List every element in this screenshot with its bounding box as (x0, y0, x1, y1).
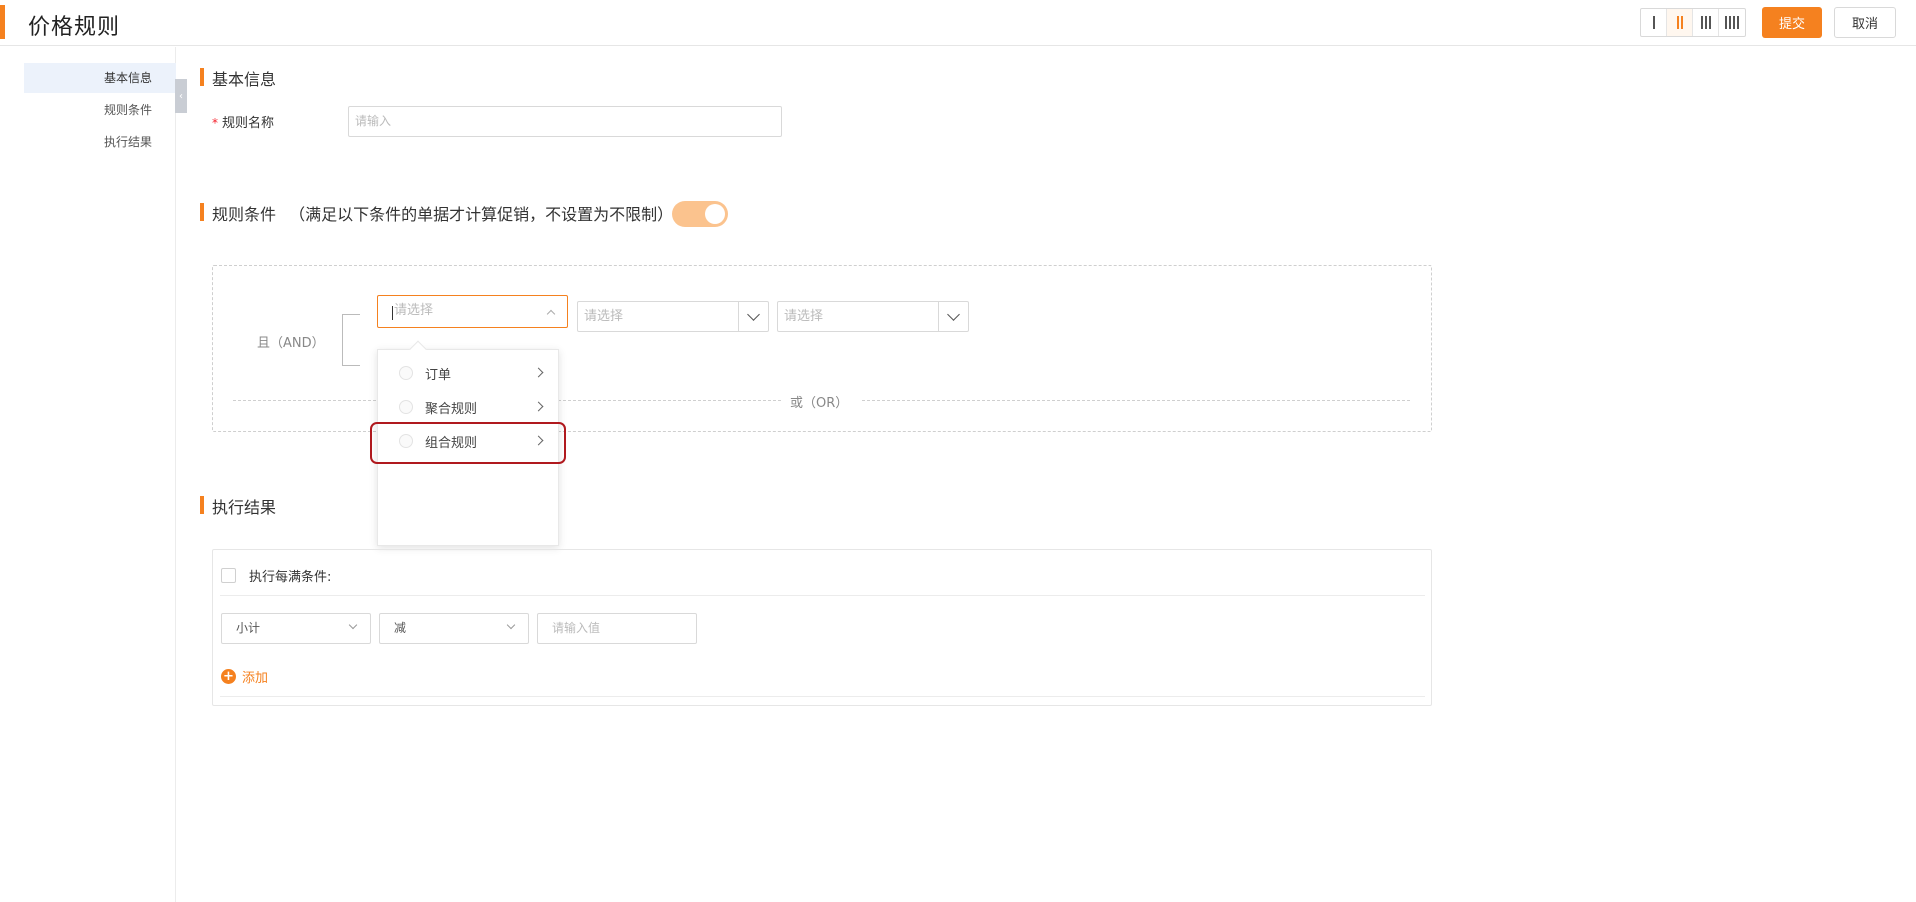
sidebar-item-results[interactable]: 执行结果 (24, 127, 176, 157)
section-accent-bar (200, 496, 204, 514)
page-title: 价格规则 (28, 15, 121, 40)
rule-name-label: * 规则名称 (212, 116, 275, 131)
divider (220, 595, 1425, 596)
chevron-left-icon: ‹ (179, 90, 183, 102)
result-value-input[interactable]: 请输入值 (537, 613, 697, 644)
add-button[interactable]: + 添加 (221, 667, 268, 686)
cancel-button[interactable]: 取消 (1834, 7, 1896, 38)
or-label: 或（OR） (790, 396, 849, 411)
dropdown-option-order[interactable]: 订单 (378, 356, 558, 390)
and-bracket (342, 314, 360, 366)
section-title-basic: 基本信息 (212, 70, 277, 89)
layout-4-column-button[interactable] (1719, 9, 1745, 36)
condition-type-select[interactable]: 请选择 (377, 295, 568, 328)
radio-icon (399, 366, 413, 380)
condition-field-select[interactable]: 请选择 (577, 301, 769, 332)
column-layout-switch (1640, 8, 1746, 37)
page-header: 价格规则 提交 取消 (0, 0, 1916, 46)
anchor-sidebar: 基本信息 规则条件 执行结果 (0, 47, 176, 902)
radio-icon (399, 400, 413, 414)
each-condition-checkbox[interactable] (221, 568, 236, 583)
each-condition-label: 执行每满条件: (249, 570, 332, 585)
result-field-select[interactable]: 小计 (221, 613, 371, 644)
section-note: （满足以下条件的单据才计算促销，不设置为不限制） (289, 205, 674, 224)
layout-3-column-button[interactable] (1693, 9, 1719, 36)
chevron-down-icon (348, 620, 358, 630)
layout-1-column-button[interactable] (1641, 9, 1667, 36)
chevron-up-icon (546, 309, 556, 319)
sidebar-item-basic-info[interactable]: 基本信息 (24, 63, 176, 93)
chevron-down-icon (747, 307, 760, 321)
divider (220, 696, 1425, 697)
rule-name-input[interactable]: 请输入 (348, 106, 782, 137)
condition-operator-select[interactable]: 请选择 (777, 301, 969, 332)
layout-2-column-button[interactable] (1667, 9, 1693, 36)
section-title-results: 执行结果 (212, 498, 277, 517)
required-star-icon: * (212, 116, 218, 130)
sidebar-item-rule-conditions[interactable]: 规则条件 (24, 95, 176, 125)
section-accent-bar (200, 68, 204, 86)
section-accent-bar (200, 203, 204, 221)
chevron-right-icon (533, 401, 544, 412)
dropdown-option-aggregate-rule[interactable]: 聚合规则 (378, 390, 558, 424)
section-title-conditions: 规则条件 （满足以下条件的单据才计算促销，不设置为不限制） (212, 205, 674, 224)
chevron-down-icon (947, 307, 960, 321)
submit-button[interactable]: 提交 (1762, 7, 1822, 38)
highlight-box (370, 422, 566, 464)
result-operator-select[interactable]: 减 (379, 613, 529, 644)
title-accent-bar (0, 5, 5, 39)
sidebar-collapse-handle[interactable]: ‹ (175, 79, 187, 113)
and-label: 且（AND） (257, 336, 325, 351)
conditions-toggle[interactable] (672, 201, 728, 227)
chevron-right-icon (533, 367, 544, 378)
or-divider-right (862, 400, 1410, 401)
chevron-down-icon (506, 620, 516, 630)
plus-circle-icon: + (221, 669, 236, 684)
